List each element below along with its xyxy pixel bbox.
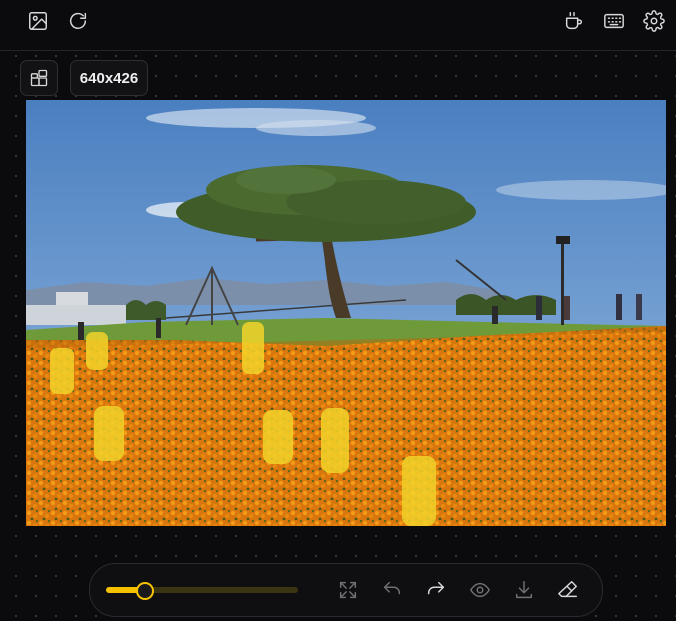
keyboard-icon[interactable]: [601, 9, 627, 33]
fullscreen-icon[interactable]: [336, 578, 360, 602]
download-icon[interactable]: [512, 578, 536, 602]
image-size-label: 640x426: [79, 69, 139, 87]
top-bar: [0, 0, 676, 51]
undo-icon[interactable]: [380, 578, 404, 602]
photo: [26, 100, 666, 526]
eye-icon[interactable]: [468, 578, 492, 602]
bottom-toolbar: [89, 563, 603, 617]
image-size-badge: 640x426: [70, 60, 148, 96]
refresh-icon[interactable]: [66, 9, 90, 33]
brush-size-thumb[interactable]: [136, 582, 155, 600]
coffee-icon[interactable]: [561, 9, 587, 33]
brush-size-slider[interactable]: [106, 582, 298, 600]
settings-icon[interactable]: [641, 9, 667, 33]
layout-icon: [29, 68, 49, 88]
eraser-icon[interactable]: [556, 578, 580, 602]
image-canvas[interactable]: [26, 100, 666, 526]
layout-toggle-button[interactable]: [20, 60, 58, 96]
image-icon[interactable]: [26, 9, 50, 33]
redo-icon[interactable]: [424, 578, 448, 602]
